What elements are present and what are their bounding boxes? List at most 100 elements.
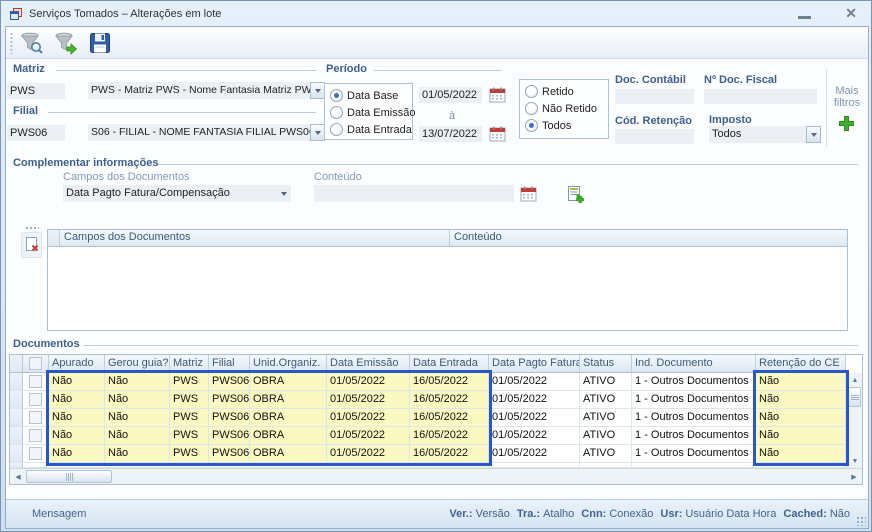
cell-matriz[interactable]: PWS [170, 409, 209, 427]
row-checkbox[interactable] [29, 393, 42, 406]
conteudo-calendar-button[interactable] [520, 185, 537, 202]
cell-apurado[interactable]: Não [49, 409, 105, 427]
row-checkbox[interactable] [29, 447, 42, 460]
campos-documentos-combo[interactable]: Data Pagto Fatura/Compensação [63, 185, 291, 202]
cell-gerou_guia[interactable]: Não [105, 373, 170, 391]
cell-data_entrada[interactable]: 16/05/2022 [410, 391, 489, 409]
cell-matriz[interactable]: PWS [170, 445, 209, 463]
cell-gerou_guia[interactable]: Não [105, 409, 170, 427]
filter-conditions-grid[interactable]: Campos dos Documentos Conteúdo [47, 229, 848, 331]
scroll-left-button[interactable]: ◀ [10, 469, 26, 484]
filial-code-field[interactable]: PWS06 [7, 125, 65, 141]
column-header-matriz[interactable]: Matriz [170, 355, 209, 373]
column-header-filial[interactable]: Filial [209, 355, 250, 373]
radio-data-entrada[interactable]: Data Entrada [330, 121, 412, 138]
cell-filial[interactable]: PWS06 [209, 427, 250, 445]
cell-data_entrada[interactable]: 16/05/2022 [410, 445, 489, 463]
cell-unid_organiz[interactable]: OBRA [250, 391, 327, 409]
radio-retido[interactable]: Retido [525, 83, 608, 100]
date-end-field[interactable]: 13/07/2022 [419, 126, 482, 142]
row-checkbox[interactable] [29, 375, 42, 388]
cell-gerou_guia[interactable]: Não [105, 391, 170, 409]
column-header-data_emissao[interactable]: Data Emissão [327, 355, 410, 373]
vertical-scrollbar[interactable]: ▲ ▼ [846, 373, 862, 468]
row-checkbox[interactable] [29, 429, 42, 442]
filial-combo-dropdown-button[interactable] [310, 124, 325, 141]
cell-gerou_guia[interactable]: Não [105, 427, 170, 445]
cell-apurado[interactable]: Não [49, 427, 105, 445]
row-checkbox-cell[interactable] [23, 373, 49, 391]
imposto-combo[interactable]: Todos [709, 126, 821, 143]
column-header-data_entrada[interactable]: Data Entrada [410, 355, 489, 373]
cell-retencao_ce[interactable]: Não [756, 391, 846, 409]
table-row[interactable]: NãoNãoPWSPWS06OBRA01/05/202216/05/202201… [10, 409, 862, 427]
cell-data_emissao[interactable]: 01/05/2022 [327, 373, 410, 391]
cell-data_entrada[interactable]: 16/05/2022 [410, 427, 489, 445]
cell-unid_organiz[interactable]: OBRA [250, 445, 327, 463]
date-start-calendar-button[interactable] [489, 86, 506, 103]
horizontal-scroll-track[interactable] [112, 469, 846, 484]
table-row[interactable]: NãoNãoPWSPWS06OBRA01/05/202216/05/202201… [10, 445, 862, 463]
cell-ind_documento[interactable]: 1 - Outros Documentos [632, 427, 756, 445]
cell-matriz[interactable]: PWS [170, 373, 209, 391]
cod-retencao-field[interactable] [615, 129, 694, 144]
remove-filter-row-button[interactable] [21, 232, 42, 258]
filter-search-button[interactable] [19, 30, 45, 56]
filter-apply-button[interactable] [53, 30, 79, 56]
select-all-checkbox[interactable] [29, 357, 42, 370]
column-header-unid_organiz[interactable]: Unid.Organiz. [250, 355, 327, 373]
column-header-gerou_guia[interactable]: Gerou guia? [105, 355, 170, 373]
row-checkbox-cell[interactable] [23, 427, 49, 445]
cell-status[interactable]: ATIVO [580, 373, 632, 391]
close-button[interactable]: ✕ [845, 4, 857, 22]
save-button[interactable] [87, 30, 113, 56]
column-header-status[interactable]: Status [580, 355, 632, 373]
cell-ind_documento[interactable]: 1 - Outros Documentos [632, 391, 756, 409]
cell-ind_documento[interactable]: 1 - Outros Documentos [632, 373, 756, 391]
cell-apurado[interactable]: Não [49, 445, 105, 463]
title-bar[interactable]: Serviços Tomados – Alterações em lote ✕ [1, 1, 871, 26]
cell-unid_organiz[interactable]: OBRA [250, 427, 327, 445]
cell-filial[interactable]: PWS06 [209, 409, 250, 427]
cell-status[interactable]: ATIVO [580, 445, 632, 463]
table-row[interactable]: NãoNãoPWSPWS06OBRA01/05/202216/05/202201… [10, 373, 862, 391]
table-row[interactable]: NãoNãoPWSPWS06OBRA01/05/202216/05/202201… [10, 427, 862, 445]
doc-contabil-field[interactable] [615, 89, 694, 104]
horizontal-scrollbar[interactable]: ◀ ▶ [10, 468, 862, 484]
row-indicator[interactable] [10, 391, 23, 409]
filial-combo[interactable]: S06 - FILIAL - NOME FANTASIA FILIAL PWS0… [88, 124, 325, 141]
date-start-field[interactable]: 01/05/2022 [419, 87, 482, 103]
num-doc-fiscal-field[interactable] [704, 89, 817, 104]
cell-retencao_ce[interactable]: Não [756, 445, 846, 463]
column-header-data_pagto_fatura[interactable]: Data Pagto Fatura [489, 355, 580, 373]
select-all-header-cell[interactable] [23, 355, 49, 373]
horizontal-scroll-thumb[interactable] [26, 470, 112, 483]
cell-unid_organiz[interactable]: OBRA [250, 409, 327, 427]
add-filter-row-button[interactable] [566, 185, 584, 203]
cell-data_pagto_fatura[interactable]: 01/05/2022 [489, 445, 580, 463]
cell-data_entrada[interactable]: 16/05/2022 [410, 373, 489, 391]
vertical-scroll-track[interactable] [847, 407, 862, 454]
campos-documentos-dropdown-button[interactable] [277, 185, 291, 202]
cell-filial[interactable]: PWS06 [209, 373, 250, 391]
row-indicator[interactable] [10, 409, 23, 427]
cell-retencao_ce[interactable]: Não [756, 409, 846, 427]
mais-filtros-button[interactable] [838, 115, 855, 132]
resize-grip[interactable] [856, 516, 866, 526]
date-end-calendar-button[interactable] [489, 125, 506, 142]
radio-data-emissao[interactable]: Data Emissão [330, 104, 412, 121]
row-checkbox-cell[interactable] [23, 391, 49, 409]
cell-apurado[interactable]: Não [49, 391, 105, 409]
row-checkbox-cell[interactable] [23, 409, 49, 427]
row-indicator[interactable] [10, 373, 23, 391]
cell-status[interactable]: ATIVO [580, 391, 632, 409]
matriz-combo[interactable]: PWS - Matriz PWS - Nome Fantasia Matriz … [88, 82, 325, 99]
toolbar-grip[interactable] [10, 32, 13, 54]
cell-ind_documento[interactable]: 1 - Outros Documentos [632, 445, 756, 463]
scroll-up-button[interactable]: ▲ [847, 373, 863, 387]
cell-matriz[interactable]: PWS [170, 391, 209, 409]
cell-status[interactable]: ATIVO [580, 427, 632, 445]
cell-data_pagto_fatura[interactable]: 01/05/2022 [489, 409, 580, 427]
column-header-ind_documento[interactable]: Ind. Documento [632, 355, 756, 373]
cell-apurado[interactable]: Não [49, 373, 105, 391]
